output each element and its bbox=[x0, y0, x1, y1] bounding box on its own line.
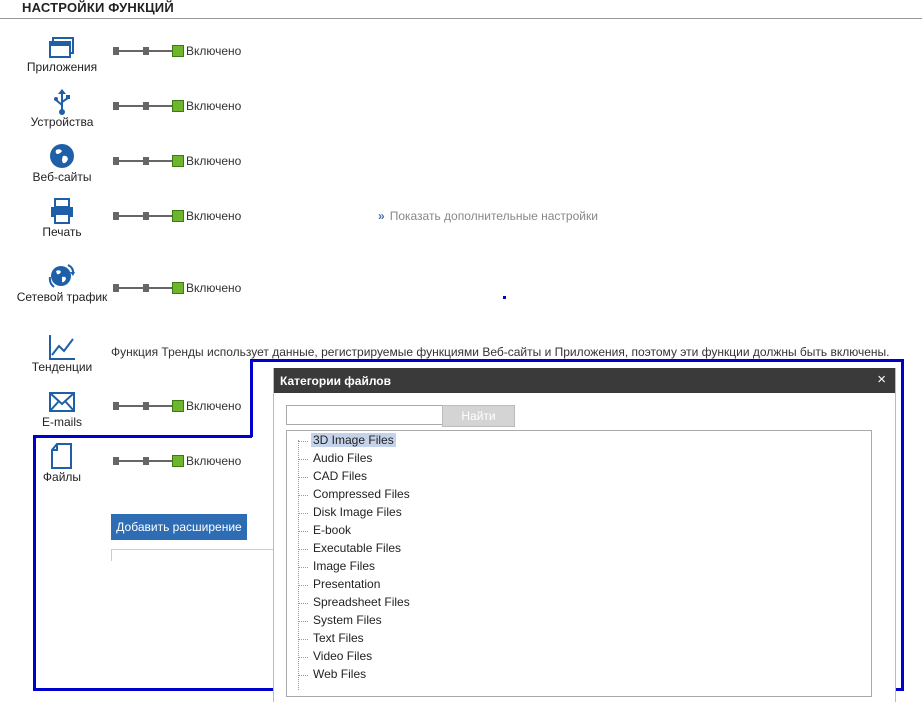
window-icon bbox=[49, 37, 74, 58]
toggle-websites[interactable] bbox=[113, 155, 184, 167]
toggle-devices[interactable] bbox=[113, 100, 184, 112]
marker-dot bbox=[503, 296, 506, 299]
feature-label-applications: Приложения bbox=[26, 60, 98, 74]
find-button[interactable]: Найти bbox=[442, 405, 515, 427]
feature-label-files: Файлы bbox=[42, 470, 82, 484]
feature-label-devices: Устройства bbox=[30, 115, 94, 129]
feature-label-emails: E-mails bbox=[41, 415, 82, 429]
page-title: НАСТРОЙКИ ФУНКЦИЙ bbox=[22, 0, 174, 15]
category-search-input[interactable] bbox=[286, 405, 443, 425]
feature-label-websites: Веб-сайты bbox=[32, 170, 92, 184]
globe-icon bbox=[50, 144, 74, 168]
highlight-border-shelf bbox=[33, 435, 252, 438]
double-chevron-icon: » bbox=[378, 209, 385, 223]
feature-label-trends: Тенденции bbox=[31, 360, 93, 374]
toggle-network-traffic[interactable] bbox=[113, 282, 184, 294]
title-divider bbox=[0, 18, 922, 19]
trends-note: Функция Тренды использует данные, регист… bbox=[111, 345, 890, 359]
highlight-border-top bbox=[251, 359, 904, 362]
feature-label-network-traffic: Сетевой трафик bbox=[16, 290, 108, 304]
extension-list-border-left bbox=[111, 549, 112, 561]
state-websites: Включено bbox=[186, 154, 242, 168]
state-network-traffic: Включено bbox=[186, 281, 242, 295]
toggle-printing[interactable] bbox=[113, 210, 184, 222]
toggle-applications[interactable] bbox=[113, 45, 184, 57]
more-settings-label: Показать дополнительные настройки bbox=[389, 209, 598, 223]
file-icon bbox=[51, 443, 72, 469]
state-files: Включено bbox=[186, 454, 242, 468]
category-tree: 3D Image Files Audio Files CAD Files Com… bbox=[286, 430, 872, 697]
add-extension-button[interactable]: Добавить расширение bbox=[111, 514, 247, 540]
printer-icon bbox=[51, 198, 73, 224]
network-globe-icon bbox=[48, 264, 75, 288]
highlight-border-left bbox=[33, 435, 36, 691]
more-settings-link[interactable]: » Показать дополнительные настройки bbox=[378, 209, 598, 223]
close-icon[interactable]: × bbox=[877, 371, 886, 388]
state-applications: Включено bbox=[186, 44, 242, 58]
state-printing: Включено bbox=[186, 209, 242, 223]
highlight-border-step bbox=[250, 359, 253, 437]
state-devices: Включено bbox=[186, 99, 242, 113]
state-emails: Включено bbox=[186, 399, 242, 413]
extension-list-border bbox=[111, 549, 276, 550]
usb-icon bbox=[54, 89, 70, 115]
toggle-files[interactable] bbox=[113, 455, 184, 467]
file-categories-dialog: Категории файлов × Найти 3D Image Files … bbox=[273, 368, 896, 702]
dialog-header: Категории файлов × bbox=[274, 368, 895, 393]
envelope-icon bbox=[49, 392, 75, 412]
highlight-border-right bbox=[901, 359, 904, 691]
feature-label-printing: Печать bbox=[42, 225, 82, 239]
line-chart-icon bbox=[49, 335, 75, 360]
toggle-emails[interactable] bbox=[113, 400, 184, 412]
dialog-title: Категории файлов bbox=[280, 374, 392, 388]
